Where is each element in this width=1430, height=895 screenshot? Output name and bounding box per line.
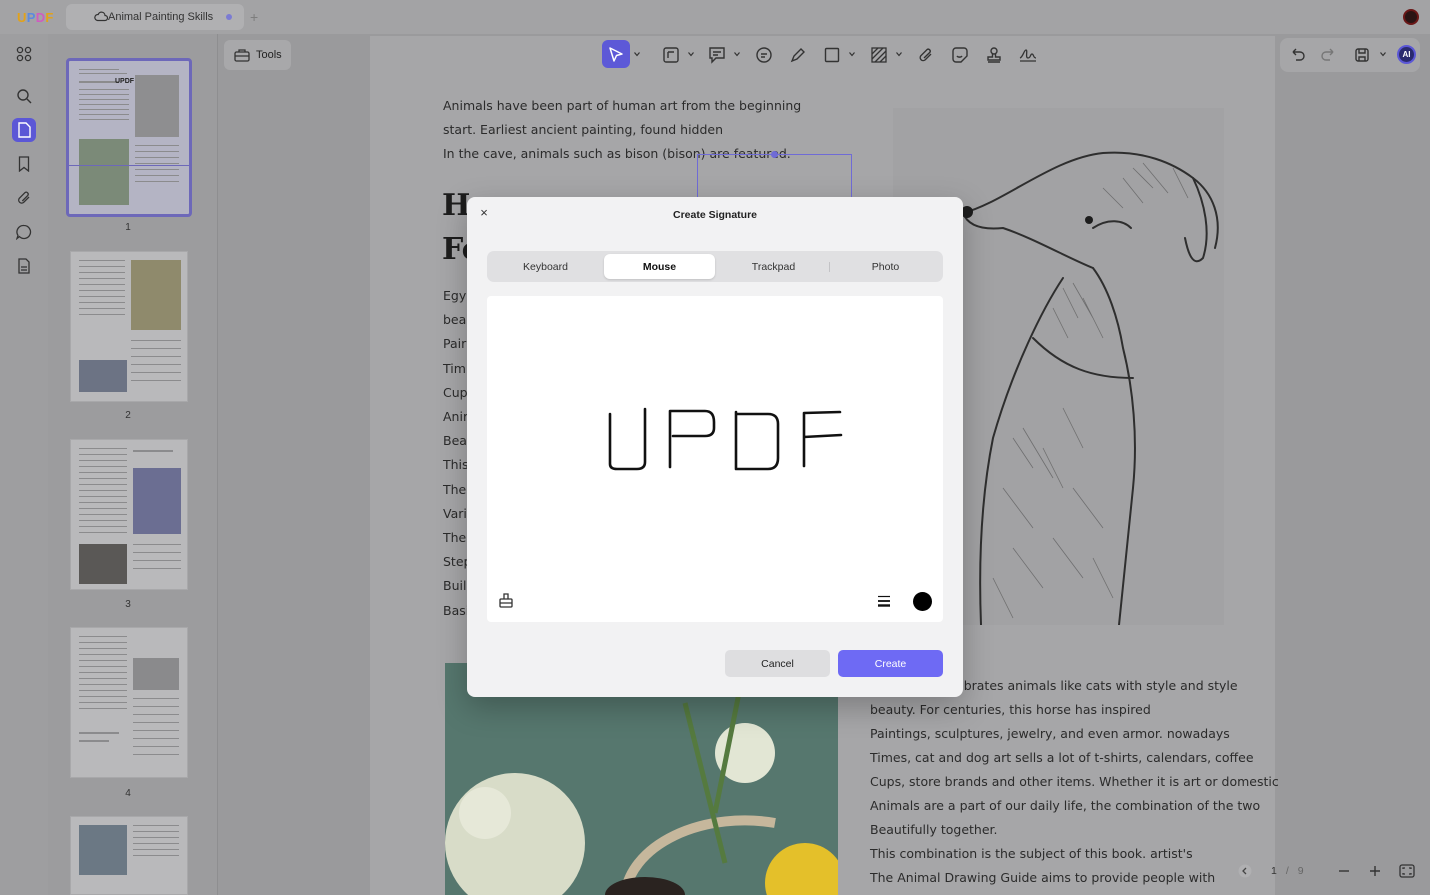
zoom-out-icon[interactable] [1338,865,1350,877]
title-bar: UPDF Animal Painting Skills + [0,0,1430,34]
document-tab-title: Animal Painting Skills [108,11,214,23]
redo-icon[interactable] [1320,46,1338,64]
attachment-icon[interactable] [12,186,36,210]
search-icon[interactable] [12,84,36,108]
document-tab[interactable]: Animal Painting Skills [66,4,244,30]
thumbnail-panel: UPDF 1 2 3 4 [48,34,218,895]
cloud-icon [94,11,108,22]
cursor-icon[interactable] [607,46,625,64]
total-pages: 9 [1297,865,1304,877]
previous-page-icon[interactable] [1238,864,1252,878]
zoom-in-icon[interactable] [1369,865,1381,877]
page-thumbnail-3[interactable] [70,439,188,590]
page-thumbnail-4[interactable] [70,627,188,778]
page-navigator: 1 / 9 [1232,858,1420,884]
body-line: Cups, store brands and other items. Whet… [870,774,1279,789]
body-line: Times, cat and dog art sells a lot of t-… [870,750,1254,765]
tools-label: Tools [256,49,282,61]
current-page[interactable]: 1 [1271,865,1277,877]
new-tab-button[interactable]: + [250,9,258,25]
undo-icon[interactable] [1288,46,1306,64]
body-line: Animals are a part of our daily life, th… [870,798,1261,813]
dialog-title: Create Signature [672,209,758,221]
tab-trackpad[interactable]: Trackpad [718,254,829,279]
chevron-down-icon[interactable] [1380,51,1386,57]
comment-icon[interactable] [12,220,36,244]
annotation-toolbar [595,38,1047,72]
body-line: Paintings, sculptures, jewelry, and even… [870,726,1230,741]
selection-handle[interactable] [771,151,778,158]
area-highlight-icon[interactable] [870,46,888,64]
signature-placement-box [697,154,852,198]
bookmark-icon[interactable] [12,152,36,176]
page-number-2: 2 [125,410,131,421]
tools-button[interactable]: Tools [224,40,291,70]
apps-icon[interactable] [12,42,36,66]
input-method-tabs: Keyboard Mouse Trackpad Photo [487,251,943,282]
save-icon[interactable] [1353,46,1371,64]
sticker-icon[interactable] [951,46,969,64]
page-thumbnail-5[interactable] [70,816,188,895]
drawn-signature [608,407,843,471]
page-thumbnail-2[interactable] [70,251,188,402]
chevron-down-icon[interactable] [688,51,694,57]
body-line: Beautifully together. [870,822,998,837]
intro-line: Animals have been part of human art from… [443,98,802,113]
page-separator: / [1285,865,1289,877]
page-number-3: 3 [125,599,131,610]
page-number-4: 4 [125,788,131,799]
create-signature-dialog: × Create Signature Keyboard Mouse Trackp… [467,197,963,697]
page-thumbnail-1[interactable]: UPDF [66,58,192,217]
body-line: The Animal Drawing Guide aims to provide… [870,870,1216,885]
text-box-icon[interactable] [662,46,680,64]
intro-line: start. Earliest ancient painting, found … [443,122,724,137]
organize-icon[interactable] [12,254,36,278]
create-button[interactable]: Create [838,650,943,677]
pencil-icon[interactable] [789,46,807,64]
toolbox-icon [234,49,250,62]
updf-logo: UPDF [17,10,54,25]
stamp-icon[interactable] [985,46,1003,64]
chevron-down-icon[interactable] [896,51,902,57]
signature-drawing-pad[interactable] [487,296,943,622]
cancel-button[interactable]: Cancel [725,650,830,677]
ai-assistant-icon[interactable]: AI [1397,45,1416,64]
user-avatar[interactable] [1403,9,1419,25]
note-icon[interactable] [708,46,726,64]
unsaved-dot [226,14,232,20]
fit-page-icon[interactable] [1398,864,1415,878]
left-rail [0,34,48,895]
thumbnails-icon[interactable] [12,118,36,142]
body-line: beauty. For centuries, this horse has in… [870,702,1151,717]
signature-icon[interactable] [1019,46,1037,64]
comment-icon[interactable] [755,46,773,64]
page-number-1: 1 [125,222,131,233]
attachment-icon[interactable] [917,46,935,64]
bottom-paragraph: ebrates animals like cats with style and… [870,674,1279,890]
tab-keyboard[interactable]: Keyboard [490,254,601,279]
chevron-down-icon[interactable] [634,51,640,57]
tab-mouse[interactable]: Mouse [604,254,715,279]
clear-signature-icon[interactable] [498,592,514,608]
body-line: This combination is the subject of this … [870,846,1193,861]
tab-photo[interactable]: Photo [830,254,941,279]
stroke-width-icon[interactable] [877,595,891,607]
flower-photo [445,663,838,895]
chevron-down-icon[interactable] [849,51,855,57]
chevron-down-icon[interactable] [734,51,740,57]
right-toolbar: AI [1280,38,1420,72]
pen-color-swatch[interactable] [913,592,932,611]
rectangle-icon[interactable] [823,46,841,64]
